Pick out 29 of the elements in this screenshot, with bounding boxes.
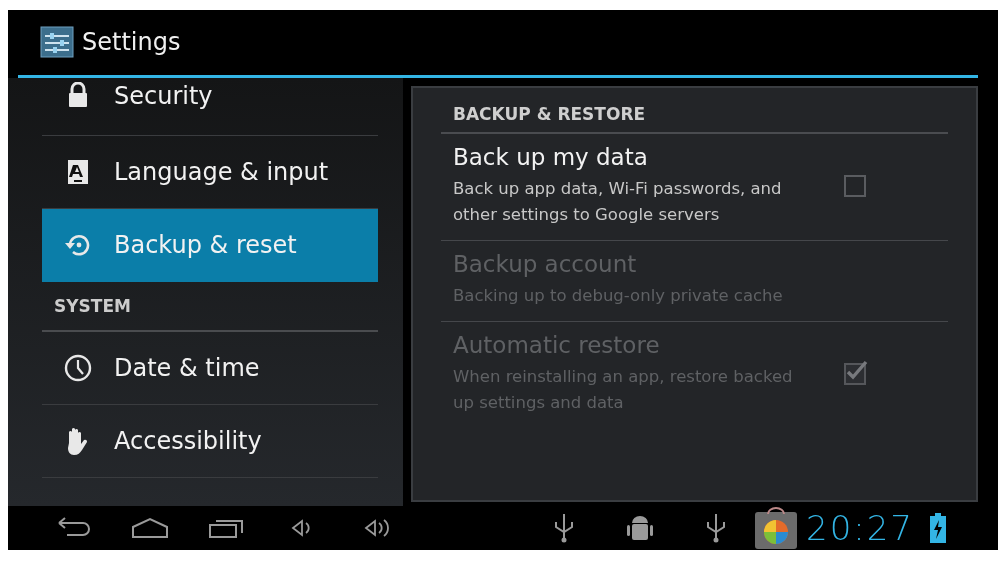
settings-item[interactable]: Security	[42, 77, 378, 136]
store-bag-icon	[754, 506, 798, 550]
preference-title: Back up my data	[453, 143, 649, 170]
volume-up-icon[interactable]	[364, 517, 392, 539]
home-icon[interactable]	[131, 517, 169, 539]
settings-item[interactable]: Backup & reset	[42, 208, 378, 282]
app-title: Settings	[82, 28, 181, 57]
back-icon[interactable]	[57, 517, 91, 539]
section-header: SYSTEM	[42, 281, 378, 332]
settings-item[interactable]: Date & time	[42, 331, 378, 405]
preference-title: Backup account	[453, 250, 638, 277]
status-clock: 20:27	[806, 508, 914, 548]
preference-summary: When reinstalling an app, restore backed up settings and data	[453, 365, 794, 414]
settings-item[interactable]: Accessibility	[42, 404, 378, 478]
lock-icon	[67, 81, 89, 108]
preference-summary: Back up app data, Wi-Fi passwords, and other settings to Google servers	[453, 177, 783, 226]
clock-icon	[64, 353, 92, 382]
preference-summary: Backing up to debug-only private cache	[453, 284, 784, 307]
preference-title: Automatic restore	[453, 331, 661, 358]
usb-icon	[553, 512, 575, 544]
usb-icon	[705, 512, 727, 544]
settings-item[interactable]: Language & input	[42, 135, 378, 209]
volume-down-icon[interactable]	[291, 518, 313, 538]
recent-apps-icon[interactable]	[208, 517, 244, 539]
checkbox[interactable]	[844, 174, 866, 197]
keyboard-letter-icon	[67, 158, 89, 185]
section-header: BACKUP & RESTORE	[441, 87, 948, 134]
battery-charging-icon	[930, 513, 946, 543]
settings-app-icon	[40, 26, 74, 59]
